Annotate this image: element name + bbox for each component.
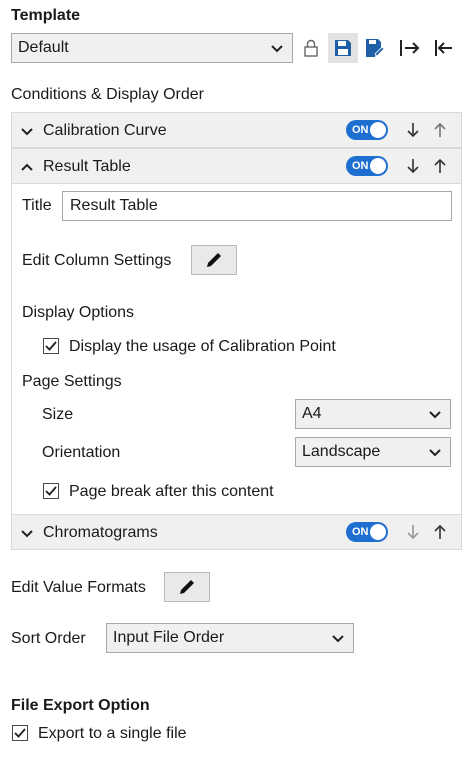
checkmark-icon [45,486,57,496]
title-input-value: Result Table [70,197,158,214]
chromatograms-toggle[interactable]: ON [346,522,388,542]
chevron-down-icon[interactable] [20,526,34,540]
toggle-label: ON [352,526,369,538]
save-edit-icon [366,39,385,57]
move-up-icon[interactable] [433,524,447,540]
toggle-label: ON [352,160,369,172]
template-heading: Template [11,7,81,24]
conditions-heading: Conditions & Display Order [11,86,204,103]
display-usage-checkbox[interactable] [43,338,59,354]
section-chromatograms[interactable]: Chromatograms ON [11,514,462,550]
pencil-icon [207,253,221,267]
page-break-label: Page break after this content [69,483,274,500]
import-icon [435,40,452,56]
display-usage-label: Display the usage of Calibration Point [69,338,336,355]
pencil-icon [180,580,194,594]
chevron-down-icon [429,449,441,457]
chevron-down-icon [332,635,344,643]
page-settings-label: Page Settings [22,373,122,390]
lock-button[interactable] [296,33,326,63]
chevron-down-icon[interactable] [20,124,34,138]
move-up-icon[interactable] [433,122,447,138]
edit-column-settings-label: Edit Column Settings [22,252,172,269]
toggle-knob [370,524,386,540]
single-file-checkbox[interactable] [12,725,28,741]
orientation-select-value: Landscape [302,443,381,460]
sort-order-label: Sort Order [11,630,86,647]
orientation-label: Orientation [42,444,121,461]
chevron-down-icon [271,45,283,53]
chevron-up-icon[interactable] [20,160,34,174]
chevron-down-icon [429,411,441,419]
save-button[interactable] [328,33,358,63]
move-down-icon[interactable] [406,524,420,540]
move-down-icon[interactable] [406,122,420,138]
orientation-select[interactable]: Landscape [295,437,451,467]
move-up-icon[interactable] [433,158,447,174]
import-template-button[interactable] [428,33,458,63]
export-template-button[interactable] [395,33,425,63]
toggle-label: ON [352,124,369,136]
checkmark-icon [45,341,57,351]
save-icon [335,40,351,56]
toggle-knob [370,158,386,174]
section-label: Result Table [43,158,131,175]
template-select-value: Default [18,39,69,56]
template-select[interactable]: Default [11,33,293,63]
section-label: Calibration Curve [43,122,167,139]
size-label: Size [42,406,74,423]
single-file-label: Export to a single file [38,725,187,742]
size-select-value: A4 [302,405,322,422]
edit-value-formats-button[interactable] [164,572,210,602]
export-icon [400,40,420,56]
save-as-button[interactable] [360,33,390,63]
checkmark-icon [14,728,26,738]
section-label: Chromatograms [43,524,158,541]
edit-column-settings-button[interactable] [191,245,237,275]
sort-order-select-value: Input File Order [113,629,225,646]
result-table-toggle[interactable]: ON [346,156,388,176]
page-break-checkbox[interactable] [43,483,59,499]
move-down-icon[interactable] [406,158,420,174]
file-export-heading: File Export Option [11,697,150,714]
display-options-label: Display Options [22,304,135,321]
section-calibration-curve[interactable]: Calibration Curve ON [11,112,462,148]
toggle-knob [370,122,386,138]
section-result-table[interactable]: Result Table ON [11,148,462,184]
size-select[interactable]: A4 [295,399,451,429]
edit-value-formats-label: Edit Value Formats [11,579,146,596]
lock-icon [304,39,318,57]
calibration-curve-toggle[interactable]: ON [346,120,388,140]
sort-order-select[interactable]: Input File Order [106,623,354,653]
title-label: Title [22,197,52,214]
title-input[interactable]: Result Table [62,191,452,221]
